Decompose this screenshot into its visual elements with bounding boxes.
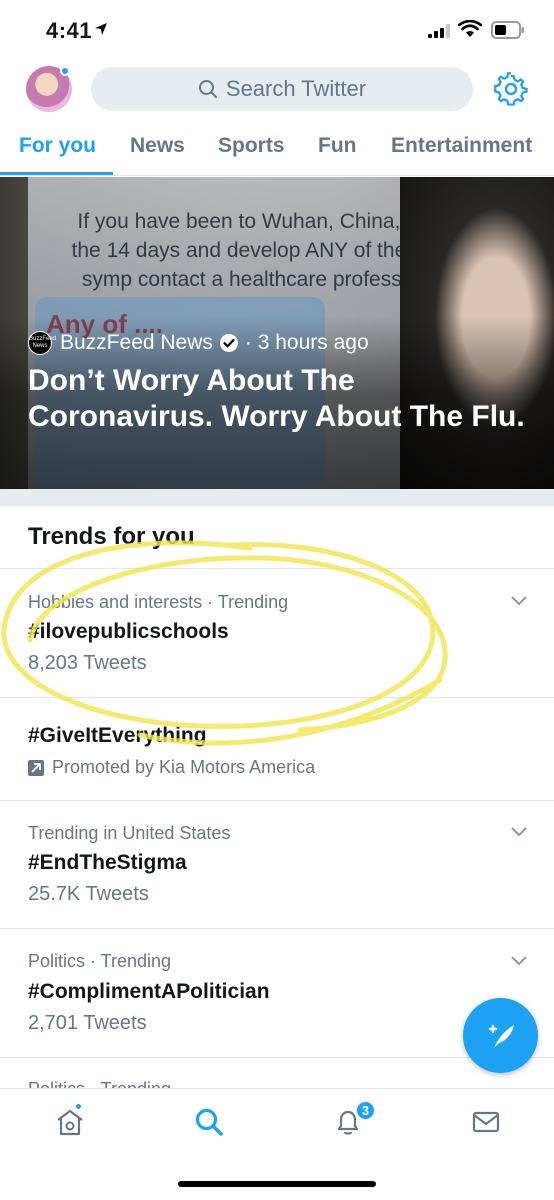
compose-feather-icon <box>488 1024 514 1048</box>
trend-tweet-count: 8,203 Tweets <box>28 652 147 674</box>
story-headline: Don’t Worry About The Coronavirus. Worry… <box>28 364 525 433</box>
promoted-by-text: Promoted by Kia Motors America <box>52 757 316 777</box>
featured-story[interactable]: If you have been to Wuhan, China, in the… <box>0 177 554 489</box>
trend-tweet-count: 2,701 Tweets <box>28 1012 147 1034</box>
status-bar: 4:41 <box>0 0 554 60</box>
story-time: · 3 hours ago <box>244 331 369 354</box>
section-divider <box>0 489 554 506</box>
search-icon <box>198 80 217 98</box>
tab-sports[interactable]: Sports <box>218 134 285 158</box>
status-time: 4:41 <box>46 18 93 43</box>
topic-tabs: For you News Sports Fun Entertainment <box>0 126 554 176</box>
trend-context: Trending in United States <box>28 823 231 843</box>
home-new-dot <box>74 1102 83 1111</box>
trend-tweet-count: 25.7K Tweets <box>28 883 149 905</box>
search-nav-icon[interactable] <box>194 1107 224 1137</box>
tab-entertainment[interactable]: Entertainment <box>391 134 532 158</box>
tab-for-you[interactable]: For you <box>19 134 96 158</box>
wifi-icon <box>458 20 482 37</box>
trend-hashtag: #EndTheStigma <box>28 851 187 874</box>
promoted-arrow-icon <box>28 759 44 776</box>
divider <box>0 697 554 698</box>
chevron-down-icon[interactable] <box>510 955 528 967</box>
messages-envelope-icon[interactable] <box>471 1107 501 1137</box>
notifications-badge: 3 <box>355 1100 376 1121</box>
hero-image-text: If you have been to Wuhan, China, in the… <box>71 210 429 291</box>
promoted-label: Promoted by Kia Motors America <box>28 757 315 778</box>
trends-heading: Trends for you <box>28 523 195 550</box>
divider <box>0 928 554 929</box>
home-icon[interactable] <box>55 1107 85 1137</box>
trend-hashtag: #ComplimentAPolitician <box>28 980 270 1003</box>
divider <box>0 568 554 569</box>
chevron-down-icon[interactable] <box>510 595 528 607</box>
avatar-notification-dot <box>60 66 70 76</box>
buzzfeed-logo: BuzzFeed News <box>28 331 56 355</box>
tab-fun[interactable]: Fun <box>318 134 356 158</box>
verified-badge-icon <box>219 334 238 352</box>
battery-icon <box>491 21 524 39</box>
trend-hashtag: #ilovepublicschools <box>28 620 229 643</box>
search-input[interactable]: Search Twitter <box>91 67 473 111</box>
trend-hashtag: #GiveItEverything <box>28 724 207 747</box>
compose-tweet-button[interactable] <box>463 998 538 1073</box>
home-indicator[interactable] <box>178 1181 376 1187</box>
chevron-down-icon[interactable] <box>510 826 528 838</box>
search-placeholder: Search Twitter <box>225 76 367 101</box>
trend-context: Hobbies and interests · Trending <box>28 592 289 612</box>
divider <box>0 800 554 801</box>
active-tab-indicator <box>0 172 113 175</box>
signal-icon <box>428 24 450 38</box>
settings-gear-icon[interactable] <box>494 72 528 106</box>
trend-context: Politics · Trending <box>28 951 172 971</box>
location-arrow-icon <box>95 23 107 35</box>
story-source-name: BuzzFeed News <box>60 331 213 354</box>
tab-news[interactable]: News <box>130 134 185 158</box>
story-source-row: BuzzFeed News BuzzFeed News · 3 hours ag… <box>28 331 369 355</box>
